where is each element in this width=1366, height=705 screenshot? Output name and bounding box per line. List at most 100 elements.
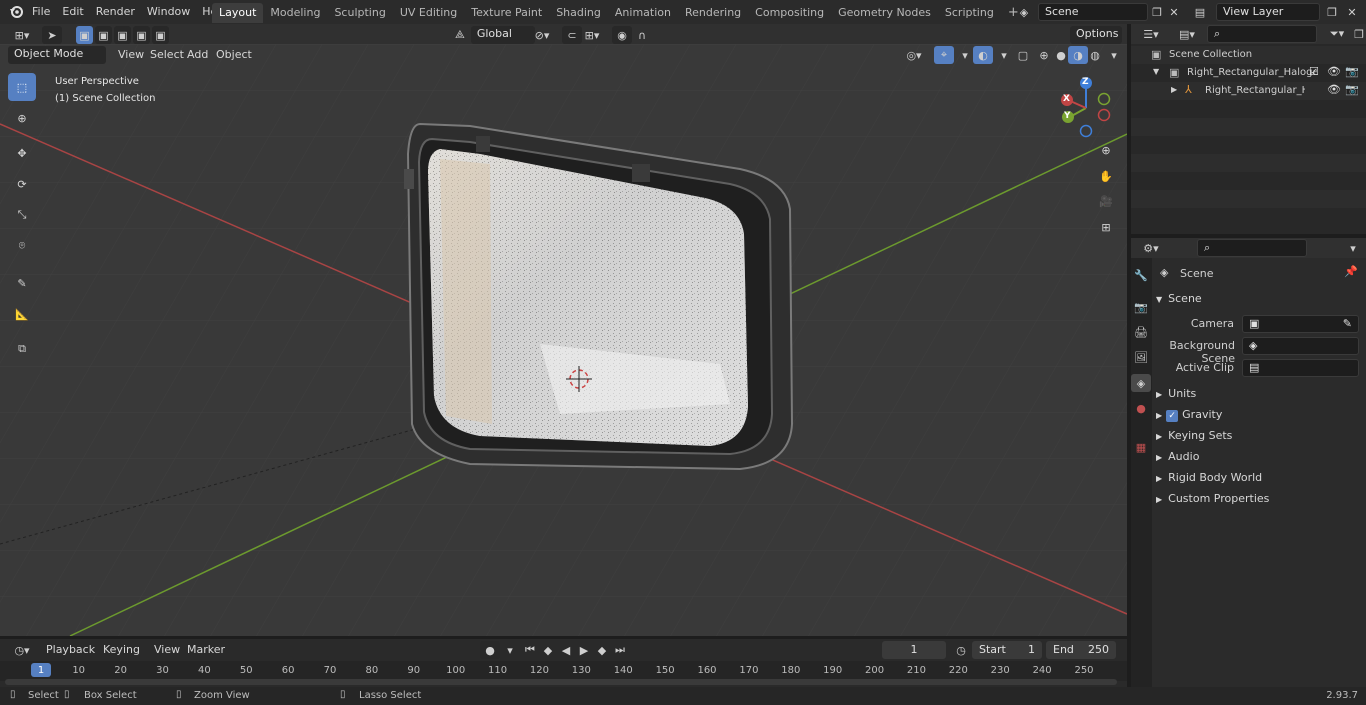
scene-name-field[interactable]: Scene (1038, 3, 1148, 21)
output-tab-icon[interactable]: 🖨 (1131, 323, 1151, 341)
pivot-icon[interactable]: ⊘▾ (532, 26, 552, 44)
timeline-editor-type-icon[interactable]: ◷▾ (8, 641, 36, 659)
timeline-menu-marker[interactable]: Marker (181, 641, 231, 659)
tab-modeling[interactable]: Modeling (263, 3, 327, 23)
scale-tool-icon[interactable]: ⤡ (8, 201, 36, 229)
orientation-dropdown[interactable]: Global (470, 26, 535, 44)
jump-start-icon[interactable]: ⏮ (520, 641, 540, 659)
active-clip-field[interactable]: ▤ (1242, 359, 1359, 377)
visibility-icon[interactable]: ◎▾ (904, 46, 924, 64)
outliner-row-object[interactable]: ▶ ⅄ Right_Rectangular_Haloc 👁 📷 (1131, 82, 1366, 100)
jump-end-icon[interactable]: ⏭ (610, 641, 630, 659)
tab-compositing[interactable]: Compositing (748, 3, 831, 23)
camera-field[interactable]: ▣ ✎ (1242, 315, 1359, 333)
view-layer-tab-icon[interactable]: 🖼 (1131, 348, 1151, 366)
mode-dropdown[interactable]: Object Mode (8, 46, 106, 64)
play-icon[interactable]: ▶ (574, 641, 594, 659)
tab-uv-editing[interactable]: UV Editing (393, 3, 464, 23)
menu-file[interactable]: File (26, 2, 56, 22)
camera-restrict-icon[interactable]: 📷 (1345, 83, 1359, 96)
section-scene[interactable]: ▼ Scene (1156, 288, 1362, 309)
view-layer-icon[interactable]: ▤ (1190, 3, 1210, 21)
expand-arrow-icon[interactable]: ▶ (1171, 85, 1177, 94)
snap-icon[interactable]: ⊂ (562, 26, 582, 44)
new-view-layer-icon[interactable]: ❐ (1322, 3, 1342, 21)
background-scene-field[interactable]: ◈ (1242, 337, 1359, 355)
transform-orientation[interactable]: ⟁ Global (455, 26, 535, 44)
timeline-menu-playback[interactable]: Playback (40, 641, 101, 659)
blender-logo-icon[interactable] (8, 3, 24, 19)
tab-shading[interactable]: Shading (549, 3, 608, 23)
tab-sculpting[interactable]: Sculpting (327, 3, 392, 23)
shading-rendered-icon[interactable]: ◍ (1085, 46, 1105, 64)
eye-icon[interactable]: 👁 (1327, 65, 1341, 78)
overlay-toggle-icon[interactable]: ◐ (973, 46, 993, 64)
proportional-edit-icon[interactable]: ◉ (612, 26, 632, 44)
add-cube-tool-icon[interactable]: ⧉ (8, 335, 36, 363)
gizmo-toggle-icon[interactable]: ⌖ (934, 46, 954, 64)
pan-view-icon[interactable]: ✋ (1094, 164, 1118, 188)
section-rigid-body-world[interactable]: ▶ Rigid Body World (1156, 467, 1362, 488)
display-mode-icon[interactable]: ▤▾ (1173, 25, 1201, 43)
scene-icon[interactable]: ◈ (1014, 3, 1034, 21)
outliner-search-input[interactable]: ⌕ (1207, 25, 1317, 43)
snap-target-icon[interactable]: ⊞▾ (582, 26, 602, 44)
overlay-dropdown-icon[interactable]: ▾ (994, 46, 1014, 64)
properties-options-icon[interactable]: ▾ (1343, 239, 1363, 257)
mode-extend-icon[interactable]: ▣ (95, 26, 112, 44)
menu-window[interactable]: Window (141, 2, 196, 22)
gravity-checkbox[interactable]: ✓ (1166, 410, 1179, 422)
outliner-editor-type-icon[interactable]: ☰▾ (1137, 25, 1165, 43)
tab-animation[interactable]: Animation (608, 3, 678, 23)
eye-icon[interactable]: 👁 (1327, 83, 1341, 96)
view-layer-field[interactable]: View Layer (1216, 3, 1320, 21)
render-tab-icon[interactable]: 📷 (1131, 298, 1151, 316)
tab-layout[interactable]: Layout (212, 3, 264, 23)
shading-dropdown-icon[interactable]: ▾ (1104, 46, 1124, 64)
xray-icon[interactable]: ▢ (1013, 46, 1033, 64)
3d-viewport[interactable]: User Perspective (1) Scene Collection ⬚ … (0, 44, 1127, 636)
gizmo-dropdown-icon[interactable]: ▾ (955, 46, 975, 64)
cursor-tool-icon[interactable]: ⊕ (8, 104, 36, 132)
current-frame-field[interactable]: 1 (882, 641, 946, 659)
tool-tab-icon[interactable]: 🔧 (1131, 266, 1151, 284)
pin-icon[interactable]: 📌 (1344, 265, 1358, 278)
timeline-menu-keying[interactable]: Keying (97, 641, 146, 659)
properties-search-input[interactable]: ⌕ (1197, 239, 1307, 257)
section-custom-properties[interactable]: ▶ Custom Properties (1156, 488, 1362, 509)
start-frame-field[interactable]: Start 1 (972, 641, 1042, 659)
tab-rendering[interactable]: Rendering (678, 3, 748, 23)
exclude-checkbox-icon[interactable]: ☑ (1309, 65, 1319, 78)
outliner-row-collection[interactable]: ▼ ▣ Right_Rectangular_Halogen_l ☑ 👁 📷 (1131, 64, 1366, 82)
delete-view-layer-icon[interactable]: ✕ (1342, 3, 1362, 21)
texture-tab-icon[interactable]: ▦ (1131, 438, 1151, 456)
navigation-gizmo[interactable]: Z Y X (1058, 74, 1118, 139)
prev-keyframe-icon[interactable]: ◆ (538, 641, 558, 659)
keying-dropdown-icon[interactable]: ▾ (500, 641, 520, 659)
delete-scene-icon[interactable]: ✕ (1164, 3, 1184, 21)
tab-texture-paint[interactable]: Texture Paint (464, 3, 549, 23)
world-tab-icon[interactable]: ● (1131, 399, 1151, 417)
menu-object[interactable]: Object (210, 46, 258, 64)
zoom-view-icon[interactable]: ⊕ (1094, 138, 1118, 162)
expand-arrow-icon[interactable]: ▼ (1153, 67, 1159, 76)
camera-restrict-icon[interactable]: 📷 (1345, 65, 1359, 78)
menu-edit[interactable]: Edit (56, 2, 89, 22)
transform-tool-icon[interactable]: ⌾ (8, 232, 36, 260)
measure-tool-icon[interactable]: 📐 (8, 300, 36, 328)
ortho-toggle-icon[interactable]: ⊞ (1094, 215, 1118, 239)
next-keyframe-icon[interactable]: ◆ (592, 641, 612, 659)
outliner-row-root[interactable]: ▣ Scene Collection (1131, 46, 1366, 64)
section-audio[interactable]: ▶ Audio (1156, 446, 1362, 467)
editor-type-icon[interactable]: ⊞▾ (8, 26, 36, 44)
rotate-tool-icon[interactable]: ⟳ (8, 170, 36, 198)
mode-subtract-icon[interactable]: ▣ (114, 26, 131, 44)
timeline-scrollbar[interactable] (5, 679, 1117, 685)
select-box-tool-icon[interactable]: ⬚ (8, 73, 36, 101)
camera-view-icon[interactable]: 🎥 (1094, 189, 1118, 213)
end-frame-field[interactable]: End 250 (1046, 641, 1116, 659)
section-gravity[interactable]: ▶ ✓ Gravity (1156, 404, 1362, 425)
scene-tab-icon[interactable]: ◈ (1131, 374, 1151, 392)
new-collection-icon[interactable]: ❐ (1349, 25, 1366, 43)
move-tool-icon[interactable]: ✥ (8, 139, 36, 167)
